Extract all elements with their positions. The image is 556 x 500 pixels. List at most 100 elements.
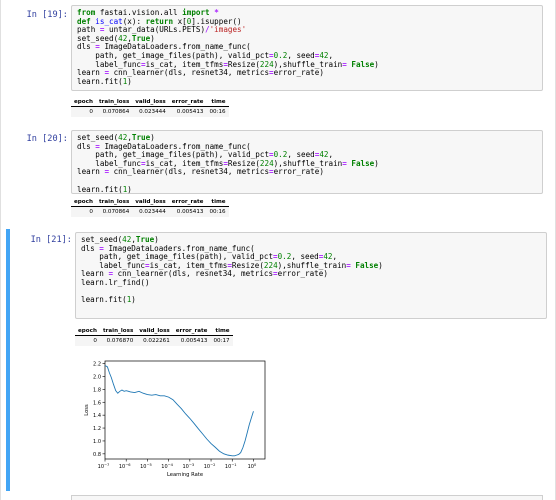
x-tick-exponent: −1 <box>231 463 236 467</box>
table-cell: 0.023444 <box>139 209 166 215</box>
y-tick-label: 1.6 <box>93 400 101 406</box>
x-tick-exponent: 0 <box>254 463 257 467</box>
code-token: ) <box>374 59 379 69</box>
y-axis-label: Loss <box>84 404 90 416</box>
table-cell: 0.076870 <box>106 338 134 344</box>
cell-prompt: In [20]: <box>26 134 68 144</box>
code-line: learn = cnn_learner(dls, resnet34, metri… <box>77 168 537 177</box>
code-token: error_rate) <box>273 68 324 78</box>
code-input[interactable]: from fastai.vision.all import * def is_ca… <box>71 5 543 91</box>
table-cell: 0.070864 <box>102 109 130 115</box>
x-axis-label: Learning Rate <box>167 472 203 478</box>
training-results-table: epoch train_loss valid_loss error_rate time 0… <box>75 327 233 346</box>
column-header: epoch <box>71 98 96 107</box>
code-token: False <box>351 59 375 69</box>
code-token: error_rate) <box>277 269 328 279</box>
column-header: epoch <box>71 198 96 207</box>
code-token: False <box>355 260 379 270</box>
x-tick-exponent: −4 <box>168 463 174 467</box>
code-token: ) <box>127 76 132 86</box>
code-token: ) <box>131 295 136 305</box>
x-tick-label: 10−2 <box>204 463 216 470</box>
column-header: error_rate <box>172 327 211 336</box>
x-tick-label: 10−6 <box>119 463 131 470</box>
code-line: learn.lr_find() <box>81 277 541 288</box>
code-token: ) <box>378 260 383 270</box>
cell-prompt: In [21]: <box>30 235 72 245</box>
code-token: cnn_learner(dls, resnet34, metrics <box>109 167 270 177</box>
code-token: learn.fit( <box>77 76 123 86</box>
code-line: learn = cnn_learner(dls, resnet34, metri… <box>77 68 537 78</box>
column-header: valid_loss <box>132 98 169 107</box>
table-row: 0 0.070864 0.023444 0.005413 00:16 <box>71 206 229 217</box>
table-cell: 0.023444 <box>139 109 166 115</box>
column-header: time <box>210 327 233 336</box>
column-header: error_rate <box>168 198 207 207</box>
column-header: valid_loss <box>136 327 173 336</box>
column-header: valid_loss <box>132 198 169 207</box>
training-results-table: epoch train_loss valid_loss error_rate time 0… <box>71 198 229 217</box>
table-cell: 0.005413 <box>176 109 204 115</box>
y-tick-label: 1.2 <box>93 426 101 432</box>
column-header: epoch <box>75 327 100 336</box>
code-line: learn.fit(1) <box>77 184 537 195</box>
table-cell: 00:17 <box>213 338 230 344</box>
loss-series-line <box>104 365 254 457</box>
code-cell-19[interactable]: In [19]: from fastai.vision.all import *… <box>0 0 556 128</box>
code-token: 'images' <box>209 25 247 35</box>
table-cell: 00:16 <box>209 209 226 215</box>
y-tick-label: 2.2 <box>93 362 101 368</box>
column-header: train_loss <box>99 327 137 336</box>
y-tick-label: 1.4 <box>93 413 101 419</box>
cell-prompt: In [19]: <box>26 10 68 20</box>
table-cell: 0 <box>89 109 93 115</box>
table-cell: 0.022261 <box>143 338 170 344</box>
x-tick-label: 10−3 <box>182 463 194 470</box>
x-tick-exponent: −3 <box>189 463 194 467</box>
code-token: ) <box>127 184 132 194</box>
lr-finder-chart: 0.8 1.0 1.2 1.4 1.6 1.8 2.0 2.2 10−7 10−6 10−5 10−4… <box>84 360 266 478</box>
column-header: train_loss <box>95 98 133 107</box>
code-token: error_rate) <box>273 167 324 177</box>
plot-frame <box>104 360 266 460</box>
x-tick-exponent: −6 <box>125 463 131 467</box>
code-cell-21[interactable]: In [21]: set_seed(42,True) dls = ImageDat… <box>6 229 550 491</box>
code-cell-20[interactable]: In [20]: set_seed(42,True) dls = ImageDat… <box>0 130 556 226</box>
code-token: ) <box>374 158 379 168</box>
column-header: error_rate <box>168 98 207 107</box>
code-token: learn.lr_find() <box>81 277 150 287</box>
code-input[interactable]: set_seed(42,True) dls = ImageDataLoaders.… <box>75 232 547 319</box>
x-tick-exponent: −7 <box>104 463 109 467</box>
code-token: False <box>351 158 375 168</box>
table-cell: 0 <box>93 338 97 344</box>
training-results-table: epoch train_loss valid_loss error_rate time 0… <box>71 98 229 117</box>
table-cell: 00:16 <box>209 109 226 115</box>
code-line: learn.fit(1) <box>81 295 541 305</box>
table-row: 0 0.076870 0.022261 0.005413 00:17 <box>75 335 233 346</box>
y-tick-label: 2.0 <box>93 374 101 380</box>
code-input[interactable]: set_seed(42,True) dls = ImageDataLoaders.… <box>71 130 543 194</box>
code-token: cnn_learner(dls, resnet34, metrics <box>109 68 270 78</box>
x-tick-label: 10−7 <box>98 463 110 470</box>
column-header: train_loss <box>95 198 133 207</box>
code-line: learn = cnn_learner(dls, resnet34, metri… <box>81 270 541 279</box>
y-tick-label: 0.8 <box>93 452 101 458</box>
column-header: time <box>206 198 229 207</box>
x-tick-label: 10−4 <box>161 463 173 470</box>
table-cell: 0.005413 <box>180 338 208 344</box>
code-token: learn.fit( <box>77 184 123 194</box>
next-code-cell[interactable] <box>71 495 543 500</box>
x-tick-label: 10−1 <box>225 463 237 470</box>
x-tick-exponent: −2 <box>210 463 215 467</box>
column-header: time <box>206 98 229 107</box>
table-cell: 0.005413 <box>176 209 204 215</box>
table-cell: 0 <box>89 209 93 215</box>
code-token: learn <box>77 167 105 177</box>
x-tick-label: 100 <box>248 463 257 470</box>
code-line: learn.fit(1) <box>77 76 537 87</box>
code-token: learn.fit( <box>81 295 127 305</box>
y-tick-label: 1.0 <box>93 439 101 445</box>
x-tick-exponent: −5 <box>146 463 151 467</box>
